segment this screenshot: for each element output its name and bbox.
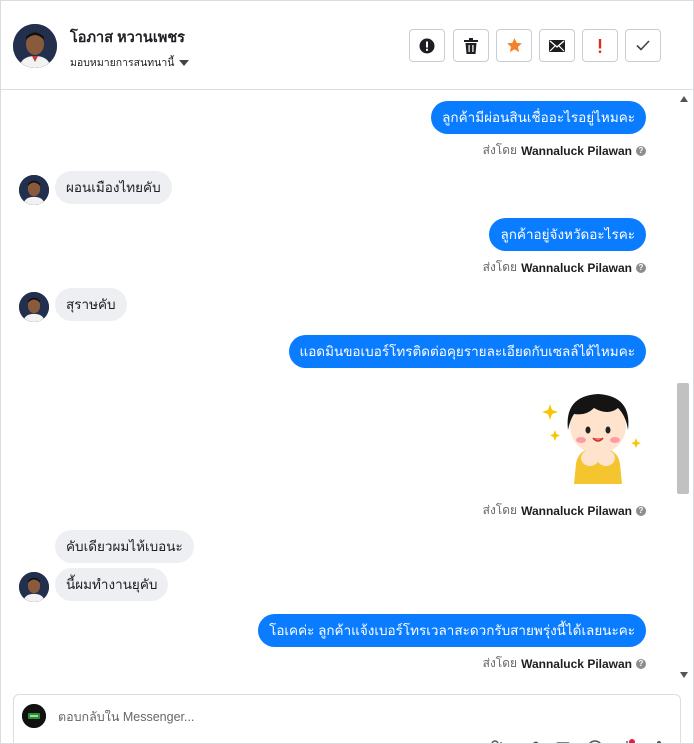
incoming-message[interactable]: สุราษคับ <box>55 288 127 321</box>
agent-name: Wannaluck Pilawan <box>521 260 632 275</box>
messenger-inbox-window: โอภาส หวานเพชร มอบหมายการสนทนานี้ ลูกค้า… <box>0 0 694 744</box>
saved-replies-icon[interactable] <box>488 739 506 744</box>
outgoing-message[interactable]: แอดมินขอเบอร์โทรติดต่อคุยรายละเอียดกับเซ… <box>288 335 646 368</box>
scroll-up-arrow-icon[interactable] <box>680 96 688 102</box>
sent-by-label: ส่งโดย Wannaluck Pilawan ? <box>483 654 646 673</box>
agent-name: Wannaluck Pilawan <box>521 143 632 158</box>
microphone-icon[interactable] <box>650 739 668 744</box>
reply-composer <box>13 694 681 744</box>
contact-avatar-small <box>19 292 49 322</box>
chevron-down-icon <box>179 59 190 66</box>
star-button[interactable] <box>496 29 532 62</box>
sent-by-label: ส่งโดย Wannaluck Pilawan ? <box>483 258 646 277</box>
sticker-image[interactable] <box>538 386 648 486</box>
page-avatar <box>22 704 46 728</box>
attachment-icon[interactable] <box>524 739 542 744</box>
help-icon[interactable]: ? <box>636 262 646 273</box>
delete-button[interactable] <box>453 29 489 62</box>
sent-by-prefix: ส่งโดย <box>482 656 518 670</box>
checkmark-icon <box>636 40 650 51</box>
sent-by-prefix: ส่งโดย <box>482 260 518 274</box>
thread-scrollbar[interactable] <box>675 90 693 682</box>
assign-label: มอบหมายการสนทนานี้ <box>70 57 175 69</box>
outgoing-message[interactable]: ลูกค้าอยู่จังหวัดอะไรคะ <box>489 218 646 251</box>
reply-input[interactable] <box>58 710 458 724</box>
contact-avatar-small <box>19 175 49 205</box>
incoming-message[interactable]: นี้ผมทำงานยุคับ <box>55 568 169 601</box>
sent-by-prefix: ส่งโดย <box>482 143 518 157</box>
girl-sticker-icon <box>542 394 641 484</box>
agent-name: Wannaluck Pilawan <box>521 656 632 671</box>
star-icon <box>506 38 522 53</box>
sent-by-label: ส่งโดย Wannaluck Pilawan ? <box>483 501 646 520</box>
scroll-down-arrow-icon[interactable] <box>680 672 688 678</box>
follow-up-button[interactable] <box>582 29 618 62</box>
agent-name: Wannaluck Pilawan <box>521 503 632 518</box>
help-icon[interactable]: ? <box>636 145 646 156</box>
contact-avatar-small <box>19 572 49 602</box>
envelope-icon <box>549 39 565 52</box>
assign-conversation-dropdown[interactable]: มอบหมายการสนทนานี้ <box>70 54 190 71</box>
mark-spam-button[interactable] <box>409 29 445 62</box>
mark-unread-button[interactable] <box>539 29 575 62</box>
emoji-icon[interactable] <box>586 739 604 744</box>
contact-avatar[interactable] <box>13 24 57 68</box>
mark-done-button[interactable] <box>625 29 661 62</box>
scrollbar-thumb[interactable] <box>677 383 689 494</box>
incoming-message[interactable]: คับเดียวผมไห้เบอนะ <box>55 530 194 563</box>
conversation-header: โอภาส หวานเพชร มอบหมายการสนทนานี้ <box>1 1 693 90</box>
incoming-message[interactable]: ผอนเมืองไทยคับ <box>55 171 172 204</box>
message-thread: ลูกค้ามีผ่อนสินเชื่ออะไรอยู่ไหมคะ ส่งโดย… <box>1 90 693 682</box>
sent-by-prefix: ส่งโดย <box>482 503 518 517</box>
outgoing-message[interactable]: ลูกค้ามีผ่อนสินเชื่ออะไรอยู่ไหมคะ <box>431 101 646 134</box>
image-icon[interactable] <box>554 739 572 744</box>
payment-icon[interactable] <box>618 739 636 744</box>
sent-by-label: ส่งโดย Wannaluck Pilawan ? <box>483 141 646 160</box>
contact-name: โอภาส หวานเพชร <box>70 30 185 46</box>
help-icon[interactable]: ? <box>636 505 646 516</box>
alert-circle-icon <box>419 38 435 53</box>
outgoing-message[interactable]: โอเคค่ะ ลูกค้าแจ้งเบอร์โทรเวลาสะดวกรับสา… <box>258 614 646 647</box>
help-icon[interactable]: ? <box>636 658 646 669</box>
exclamation-icon <box>598 38 602 53</box>
trash-icon <box>464 37 478 54</box>
